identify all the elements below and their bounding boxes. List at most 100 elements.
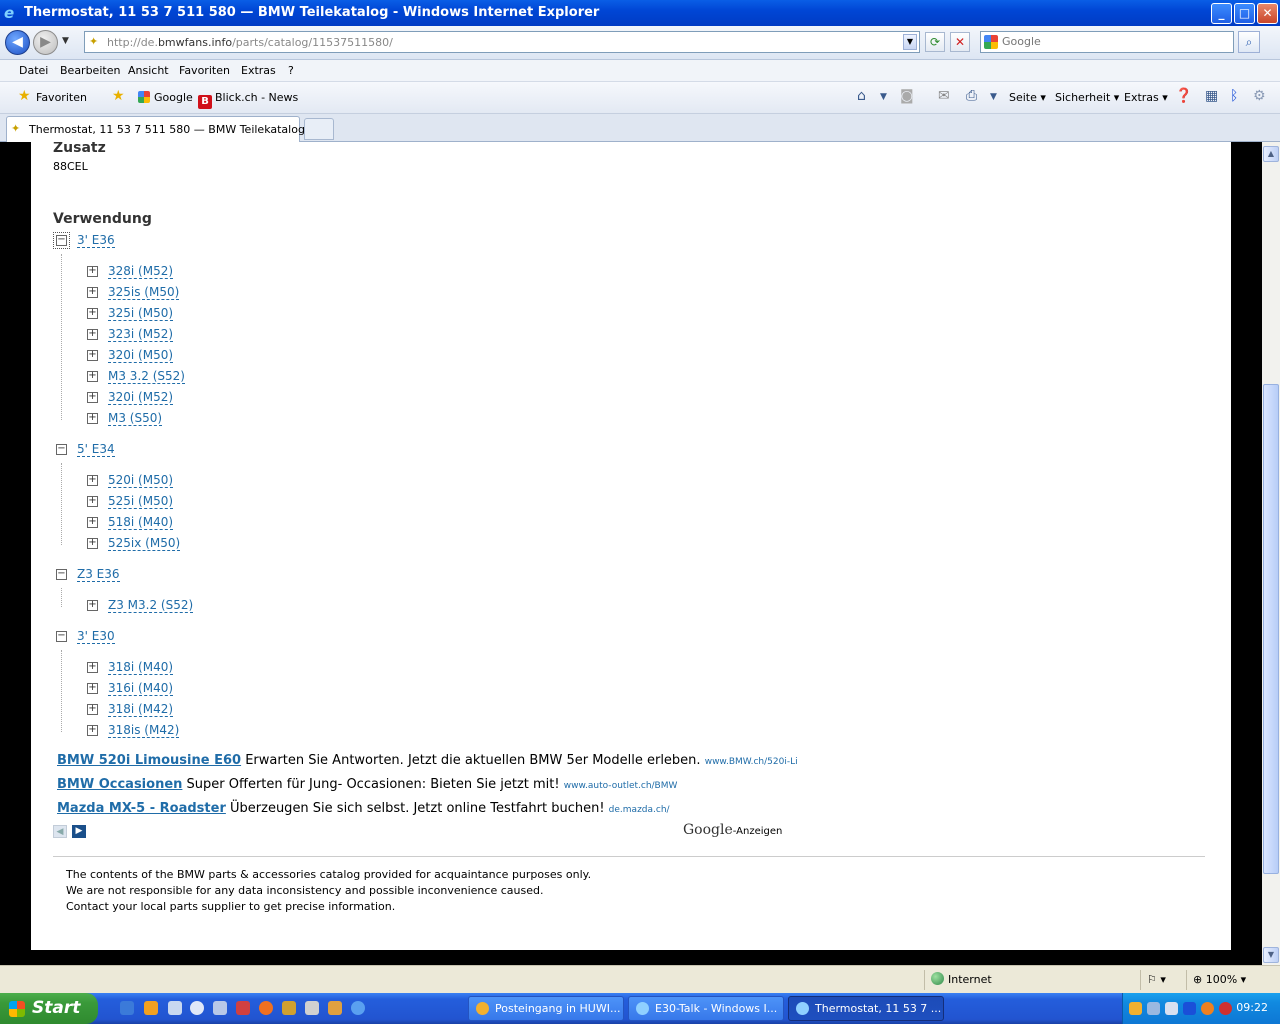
tree-variant-link[interactable]: M3 3.2 (S52) [108, 369, 185, 384]
zoom-control[interactable]: ⊕ 100% ▾ [1186, 970, 1262, 990]
quicklaunch-outlook-icon[interactable] [144, 1001, 158, 1015]
start-button[interactable]: Start [0, 993, 98, 1024]
window-titlebar[interactable]: e Thermostat, 11 53 7 511 580 — BMW Teil… [0, 0, 1280, 26]
menu-datei[interactable]: Datei [19, 64, 48, 77]
expand-toggle-icon[interactable]: + [87, 725, 98, 736]
page-menu-button[interactable]: Seite ▾ [1009, 91, 1046, 104]
menu-extras[interactable]: Extras [241, 64, 276, 77]
tray-mail-icon[interactable] [1129, 1002, 1142, 1015]
vertical-scrollbar[interactable]: ▲ ▼ [1262, 142, 1280, 965]
tab-active[interactable]: ✦ Thermostat, 11 53 7 511 580 — BMW Teil… [6, 116, 305, 142]
tree-variant-link[interactable]: 318is (M42) [108, 723, 180, 738]
tree-variant-link[interactable]: 318i (M40) [108, 660, 174, 675]
tray-app-icon[interactable] [1201, 1002, 1214, 1015]
settings-gear-icon[interactable]: ⚙ [1253, 88, 1266, 104]
expand-toggle-icon[interactable]: + [87, 392, 98, 403]
expand-toggle-icon[interactable]: + [87, 600, 98, 611]
expand-toggle-icon[interactable]: + [87, 350, 98, 361]
research-icon[interactable]: ▦ [1205, 88, 1218, 104]
expand-toggle-icon[interactable]: + [87, 662, 98, 673]
expand-toggle-icon[interactable]: + [87, 308, 98, 319]
ads-prev-icon[interactable]: ◀ [53, 825, 67, 838]
tree-variant-link[interactable]: 323i (M52) [108, 327, 174, 342]
refresh-button[interactable]: ⟳ [925, 32, 945, 52]
scroll-thumb[interactable] [1263, 384, 1279, 874]
ad-url-link[interactable]: www.auto-outlet.ch/BMW [564, 781, 678, 791]
collapse-toggle-icon[interactable]: − [56, 631, 67, 642]
menu-bearbeiten[interactable]: Bearbeiten [60, 64, 120, 77]
google-ads-label[interactable]: Google-Anzeigen [683, 822, 782, 838]
mail-icon[interactable]: ✉ [938, 88, 950, 104]
expand-toggle-icon[interactable]: + [87, 538, 98, 549]
tray-volume-icon[interactable] [1165, 1002, 1178, 1015]
security-menu-button[interactable]: Sicherheit ▾ [1055, 91, 1119, 104]
favorite-link-google[interactable]: Google [138, 91, 193, 104]
search-input[interactable] [1002, 35, 1222, 48]
address-field[interactable]: ✦ http://de.bmwfans.info/parts/catalog/1… [84, 31, 920, 53]
stop-button[interactable]: ✕ [950, 32, 970, 52]
collapse-toggle-icon[interactable]: − [56, 569, 67, 580]
tree-variant-link[interactable]: 325is (M50) [108, 285, 180, 300]
tree-variant-link[interactable]: 325i (M50) [108, 306, 174, 321]
menu-favoriten[interactable]: Favoriten [179, 64, 230, 77]
tree-variant-link[interactable]: 320i (M50) [108, 348, 174, 363]
tray-bluetooth-icon[interactable] [1183, 1002, 1196, 1015]
add-favorite-icon[interactable]: ★ [112, 88, 125, 104]
print-icon[interactable]: ⎙ [966, 88, 977, 104]
tree-variant-link[interactable]: 318i (M42) [108, 702, 174, 717]
tray-network-icon[interactable] [1147, 1002, 1160, 1015]
address-url[interactable]: http://de.bmwfans.info/parts/catalog/115… [107, 36, 393, 49]
expand-toggle-icon[interactable]: + [87, 683, 98, 694]
quicklaunch-ie-icon[interactable] [351, 1001, 365, 1015]
close-button[interactable]: ✕ [1257, 3, 1278, 24]
expand-toggle-icon[interactable]: + [87, 475, 98, 486]
bluetooth-icon[interactable]: ᛒ [1230, 88, 1238, 104]
protected-mode-icon[interactable]: ⚐ ▾ [1140, 970, 1184, 990]
quicklaunch-folder-icon[interactable] [328, 1001, 342, 1015]
tree-variant-link[interactable]: M3 (S50) [108, 411, 163, 426]
search-go-button[interactable]: ⌕ [1238, 31, 1260, 53]
taskbar-item-mail[interactable]: Posteingang in HUWI... [468, 996, 624, 1021]
home-icon[interactable]: ⌂ [857, 88, 866, 104]
menu-help[interactable]: ? [288, 64, 294, 77]
quicklaunch-explorer-icon[interactable] [168, 1001, 182, 1015]
address-dropdown-button[interactable]: ▼ [903, 34, 917, 50]
forward-button[interactable]: ▶ [33, 30, 58, 55]
tray-security-icon[interactable] [1219, 1002, 1232, 1015]
scroll-down-icon[interactable]: ▼ [1263, 947, 1279, 963]
scroll-up-icon[interactable]: ▲ [1263, 146, 1279, 162]
expand-toggle-icon[interactable]: + [87, 704, 98, 715]
tree-variant-link[interactable]: 525i (M50) [108, 494, 174, 509]
back-button[interactable]: ◀ [5, 30, 30, 55]
tree-variant-link[interactable]: 518i (M40) [108, 515, 174, 530]
tree-variant-link[interactable]: 520i (M50) [108, 473, 174, 488]
feeds-icon[interactable]: ◙ [900, 88, 914, 104]
collapse-toggle-icon[interactable]: − [56, 444, 67, 455]
quicklaunch-tool-icon[interactable] [282, 1001, 296, 1015]
expand-toggle-icon[interactable]: + [87, 517, 98, 528]
help-icon[interactable]: ❓ [1175, 88, 1192, 104]
quicklaunch-settings-icon[interactable] [305, 1001, 319, 1015]
expand-toggle-icon[interactable]: + [87, 266, 98, 277]
quicklaunch-app-icon[interactable] [236, 1001, 250, 1015]
tree-variant-link[interactable]: 525ix (M50) [108, 536, 181, 551]
search-box[interactable] [980, 31, 1234, 53]
expand-toggle-icon[interactable]: + [87, 496, 98, 507]
favorite-link-blick[interactable]: B Blick.ch - News [198, 91, 298, 109]
tree-variant-link[interactable]: 328i (M52) [108, 264, 174, 279]
maximize-button[interactable]: □ [1234, 3, 1255, 24]
ad-url-link[interactable]: www.BMW.ch/520i-Li [705, 757, 798, 767]
ad-title-link[interactable]: Mazda MX-5 - Roadster [57, 801, 226, 816]
minimize-button[interactable]: _ [1211, 3, 1232, 24]
tree-variant-link[interactable]: 316i (M40) [108, 681, 174, 696]
new-tab-button[interactable] [304, 118, 334, 140]
expand-toggle-icon[interactable]: + [87, 371, 98, 382]
menu-ansicht[interactable]: Ansicht [128, 64, 169, 77]
tree-variant-link[interactable]: Z3 M3.2 (S52) [108, 598, 194, 613]
ad-title-link[interactable]: BMW Occasionen [57, 777, 182, 792]
tree-model-link[interactable]: 5' E34 [77, 442, 115, 457]
tree-model-link[interactable]: 3' E36 [77, 233, 115, 248]
quicklaunch-desktop-icon[interactable] [120, 1001, 134, 1015]
expand-toggle-icon[interactable]: + [87, 329, 98, 340]
taskbar-item-e30-talk[interactable]: E30-Talk - Windows I... [628, 996, 784, 1021]
